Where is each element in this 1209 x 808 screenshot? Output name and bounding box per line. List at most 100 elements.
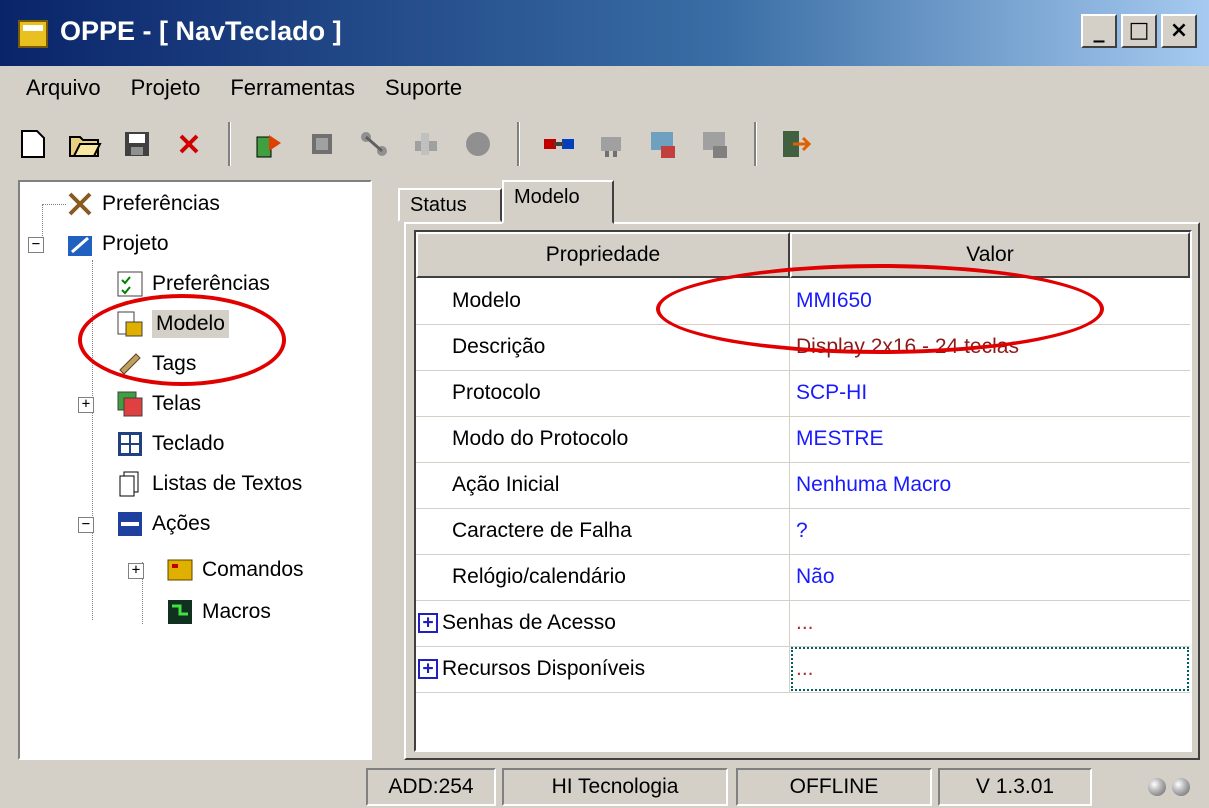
status-led-icon	[1172, 778, 1190, 796]
upload-icon[interactable]	[696, 125, 734, 163]
table-row[interactable]: + Senhas de Acesso ...	[416, 600, 1190, 647]
prop-name: Modo do Protocolo	[416, 416, 790, 462]
prop-value[interactable]: Display 2x16 - 24 teclas	[790, 324, 1190, 370]
prop-value[interactable]: SCP-HI	[790, 370, 1190, 416]
download-icon[interactable]	[644, 125, 682, 163]
menu-projeto[interactable]: Projeto	[127, 73, 205, 103]
expand-senhas-icon[interactable]: +	[418, 613, 438, 634]
chip-icon[interactable]	[303, 125, 341, 163]
table-row[interactable]: Caractere de Falha ?	[416, 508, 1190, 555]
actions-icon	[116, 510, 144, 538]
connect-icon[interactable]	[540, 125, 578, 163]
prop-value[interactable]: ...	[790, 646, 1190, 692]
tab-panel: Propriedade Valor Modelo MMI650 Descriçã…	[404, 222, 1200, 760]
tree-item-projeto[interactable]: Projeto	[66, 226, 169, 262]
status-address: ADD:254	[366, 768, 496, 806]
table-row[interactable]: + Recursos Disponíveis ...	[416, 646, 1190, 693]
toolbar-separator	[228, 122, 231, 166]
toolbar-separator	[517, 122, 520, 166]
table-row[interactable]: Modo do Protocolo MESTRE	[416, 416, 1190, 463]
tree-item-telas[interactable]: Telas	[116, 386, 201, 422]
macros-icon	[166, 598, 194, 626]
header-valor[interactable]: Valor	[790, 232, 1190, 278]
prop-value[interactable]: Nenhuma Macro	[790, 462, 1190, 508]
table-row[interactable]: Ação Inicial Nenhuma Macro	[416, 462, 1190, 509]
prop-name: Caractere de Falha	[416, 508, 790, 554]
menu-bar: Arquivo Projeto Ferramentas Suporte	[0, 66, 1209, 110]
network-icon[interactable]	[355, 125, 393, 163]
toolbar-separator	[754, 122, 757, 166]
expand-comandos-icon[interactable]: +	[128, 563, 144, 579]
screens-icon	[116, 390, 144, 418]
prop-value[interactable]: MESTRE	[790, 416, 1190, 462]
close-button[interactable]: ×	[1161, 14, 1197, 48]
circle-icon[interactable]	[459, 125, 497, 163]
project-icon	[66, 230, 94, 258]
header-propriedade[interactable]: Propriedade	[416, 232, 790, 278]
prop-group[interactable]: + Recursos Disponíveis	[416, 646, 790, 692]
maximize-button[interactable]: □	[1121, 14, 1157, 48]
tab-modelo[interactable]: Modelo	[502, 180, 614, 224]
tree-item-acoes[interactable]: Ações	[116, 506, 210, 542]
text-list-icon	[116, 470, 144, 498]
save-icon[interactable]	[118, 125, 156, 163]
expand-telas-icon[interactable]: +	[78, 397, 94, 413]
title-bar[interactable]: OPPE - [ NavTeclado ] _ □ ×	[0, 0, 1209, 66]
table-row[interactable]: Modelo MMI650	[416, 278, 1190, 325]
tree-item-modelo[interactable]: Modelo	[116, 306, 229, 342]
table-row[interactable]: Relógio/calendário Não	[416, 554, 1190, 601]
tree-item-tags[interactable]: Tags	[116, 346, 196, 382]
commands-icon	[166, 556, 194, 584]
status-connection: OFFLINE	[736, 768, 932, 806]
minimize-button[interactable]: _	[1081, 14, 1117, 48]
property-grid[interactable]: Propriedade Valor Modelo MMI650 Descriçã…	[414, 230, 1192, 752]
open-folder-icon[interactable]	[66, 125, 104, 163]
collapse-acoes-icon[interactable]: −	[78, 517, 94, 533]
tree-item-comandos[interactable]: Comandos	[166, 552, 304, 588]
tree-item-macros[interactable]: Macros	[166, 594, 271, 630]
menu-suporte[interactable]: Suporte	[381, 73, 466, 103]
tools-icon	[66, 190, 94, 218]
table-row[interactable]: Descrição Display 2x16 - 24 teclas	[416, 324, 1190, 371]
status-bar: ADD:254 HI Tecnologia OFFLINE V 1.3.01	[0, 764, 1209, 808]
prop-name: Descrição	[416, 324, 790, 370]
tree-item-preferencias[interactable]: Preferências	[116, 266, 270, 302]
tree-item-listas[interactable]: Listas de Textos	[116, 466, 302, 502]
toolbar	[14, 112, 815, 176]
prop-value[interactable]: MMI650	[790, 278, 1190, 324]
tools-icon[interactable]	[407, 125, 445, 163]
prop-value[interactable]: ...	[790, 600, 1190, 646]
prop-name: Modelo	[416, 278, 790, 324]
new-file-icon[interactable]	[14, 125, 52, 163]
prop-value[interactable]: Não	[790, 554, 1190, 600]
app-icon	[18, 20, 48, 48]
checklist-icon	[116, 270, 144, 298]
menu-ferramentas[interactable]: Ferramentas	[226, 73, 359, 103]
plug-icon[interactable]	[592, 125, 630, 163]
tree-item-root-preferencias[interactable]: Preferências	[66, 186, 220, 222]
tree-line	[92, 260, 93, 620]
keypad-icon	[116, 430, 144, 458]
expand-recursos-icon[interactable]: +	[418, 659, 438, 680]
prop-group[interactable]: + Senhas de Acesso	[416, 600, 790, 646]
prop-name: Protocolo	[416, 370, 790, 416]
import-icon[interactable]	[251, 125, 289, 163]
model-icon	[116, 310, 144, 338]
table-row[interactable]: Protocolo SCP-HI	[416, 370, 1190, 417]
exit-icon[interactable]	[777, 125, 815, 163]
prop-name: Relógio/calendário	[416, 554, 790, 600]
tags-icon	[116, 350, 144, 378]
tree-item-teclado[interactable]: Teclado	[116, 426, 224, 462]
window-controls: _ □ ×	[1081, 14, 1197, 48]
delete-icon[interactable]	[170, 125, 208, 163]
grid-header: Propriedade Valor	[416, 232, 1190, 278]
tree-line	[42, 204, 66, 205]
tab-status[interactable]: Status	[398, 188, 502, 222]
status-led-icon	[1148, 778, 1166, 796]
collapse-projeto-icon[interactable]: −	[28, 237, 44, 253]
menu-arquivo[interactable]: Arquivo	[22, 73, 105, 103]
status-company: HI Tecnologia	[502, 768, 728, 806]
status-version: V 1.3.01	[938, 768, 1092, 806]
project-tree[interactable]: Preferências − Projeto Preferências Mode…	[18, 180, 372, 760]
prop-value[interactable]: ?	[790, 508, 1190, 554]
